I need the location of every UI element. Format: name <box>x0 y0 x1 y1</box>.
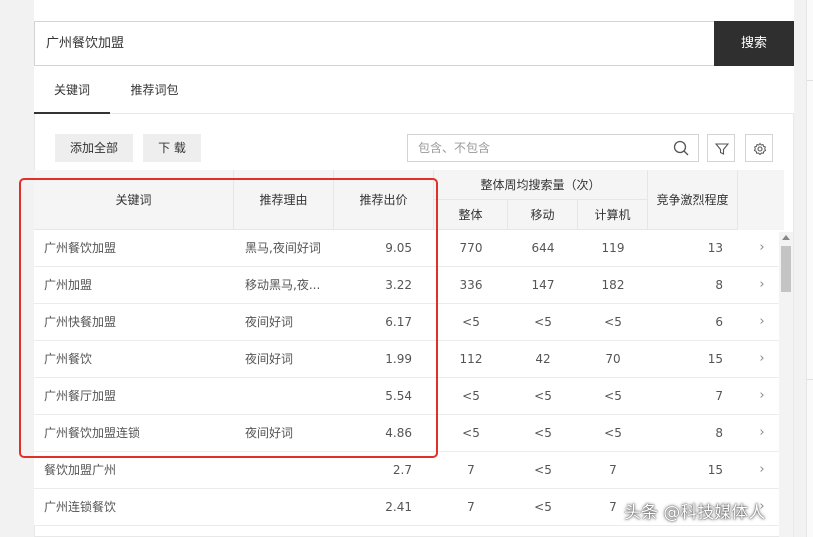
right-sidebar-edge <box>806 0 813 537</box>
mobile-cell: <5 <box>534 463 552 477</box>
mobile-cell: <5 <box>534 500 552 514</box>
header-pc[interactable]: 计算机 <box>578 200 648 230</box>
keyword-cell: 广州连锁餐饮 <box>44 500 117 514</box>
add-all-button[interactable]: 添加全部 <box>55 134 133 162</box>
pc-cell: 7 <box>609 463 617 477</box>
competition-cell: 15 <box>707 352 723 366</box>
search-bar: 广州餐饮加盟 搜索 <box>34 21 794 66</box>
bid-cell: 2.41 <box>385 500 412 514</box>
chevron-right-icon[interactable]: › <box>752 230 772 267</box>
mobile-cell: 42 <box>535 352 551 366</box>
competition-cell: 15 <box>707 463 723 477</box>
header-competition[interactable]: 竞争激烈程度 <box>648 170 738 230</box>
chevron-right-icon[interactable]: › <box>752 378 772 415</box>
filter-button[interactable] <box>707 134 735 162</box>
header-total[interactable]: 整体 <box>434 200 508 230</box>
total-cell: 112 <box>459 352 483 366</box>
filter-placeholder: 包含、不包含 <box>418 141 491 155</box>
tab-keywords[interactable]: 关键词 <box>34 76 110 114</box>
scrollbar-thumb[interactable] <box>781 246 791 292</box>
header-mobile[interactable]: 移动 <box>508 200 578 230</box>
total-cell: 7 <box>467 500 475 514</box>
chevron-right-icon[interactable]: › <box>752 415 772 452</box>
competition-cell: 13 <box>707 241 723 255</box>
download-button[interactable]: 下 载 <box>143 134 201 162</box>
settings-button[interactable] <box>745 134 773 162</box>
total-cell: 7 <box>467 463 475 477</box>
watermark: 头条 @科技媒体人 <box>624 503 766 523</box>
annotation-highlight-box <box>19 178 438 458</box>
total-cell: <5 <box>462 426 480 440</box>
tab-bar: 关键词 推荐词包 <box>34 76 794 114</box>
mobile-cell: 644 <box>531 241 555 255</box>
chevron-right-icon[interactable]: › <box>752 267 772 304</box>
competition-cell: 8 <box>715 278 723 292</box>
chevron-right-icon[interactable]: › <box>752 341 772 378</box>
pc-cell: <5 <box>604 389 622 403</box>
search-input[interactable]: 广州餐饮加盟 <box>34 21 714 66</box>
gear-icon <box>753 142 767 156</box>
pc-cell: 182 <box>601 278 625 292</box>
total-cell: 770 <box>459 241 483 255</box>
mobile-cell: 147 <box>531 278 555 292</box>
pc-cell: 70 <box>605 352 621 366</box>
funnel-icon <box>715 143 729 155</box>
filter-input[interactable]: 包含、不包含 <box>407 134 699 162</box>
search-button[interactable]: 搜索 <box>714 21 794 66</box>
mobile-cell: <5 <box>534 426 552 440</box>
total-cell: <5 <box>462 389 480 403</box>
tab-keyword-packages[interactable]: 推荐词包 <box>117 76 192 114</box>
chevron-right-icon[interactable]: › <box>752 452 772 489</box>
header-search-volume: 整体周均搜索量（次） <box>434 170 648 200</box>
mobile-cell: <5 <box>534 315 552 329</box>
competition-cell: 7 <box>715 389 723 403</box>
pc-cell: <5 <box>604 426 622 440</box>
total-cell: 336 <box>459 278 483 292</box>
vertical-scrollbar[interactable] <box>779 232 793 537</box>
pc-cell: <5 <box>604 315 622 329</box>
competition-cell: 6 <box>715 315 723 329</box>
search-icon[interactable] <box>672 139 690 157</box>
competition-cell: 8 <box>715 426 723 440</box>
total-cell: <5 <box>462 315 480 329</box>
pc-cell: 119 <box>601 241 625 255</box>
mobile-cell: <5 <box>534 389 552 403</box>
chevron-right-icon[interactable]: › <box>752 304 772 341</box>
scroll-up-arrow-icon[interactable] <box>782 235 790 240</box>
